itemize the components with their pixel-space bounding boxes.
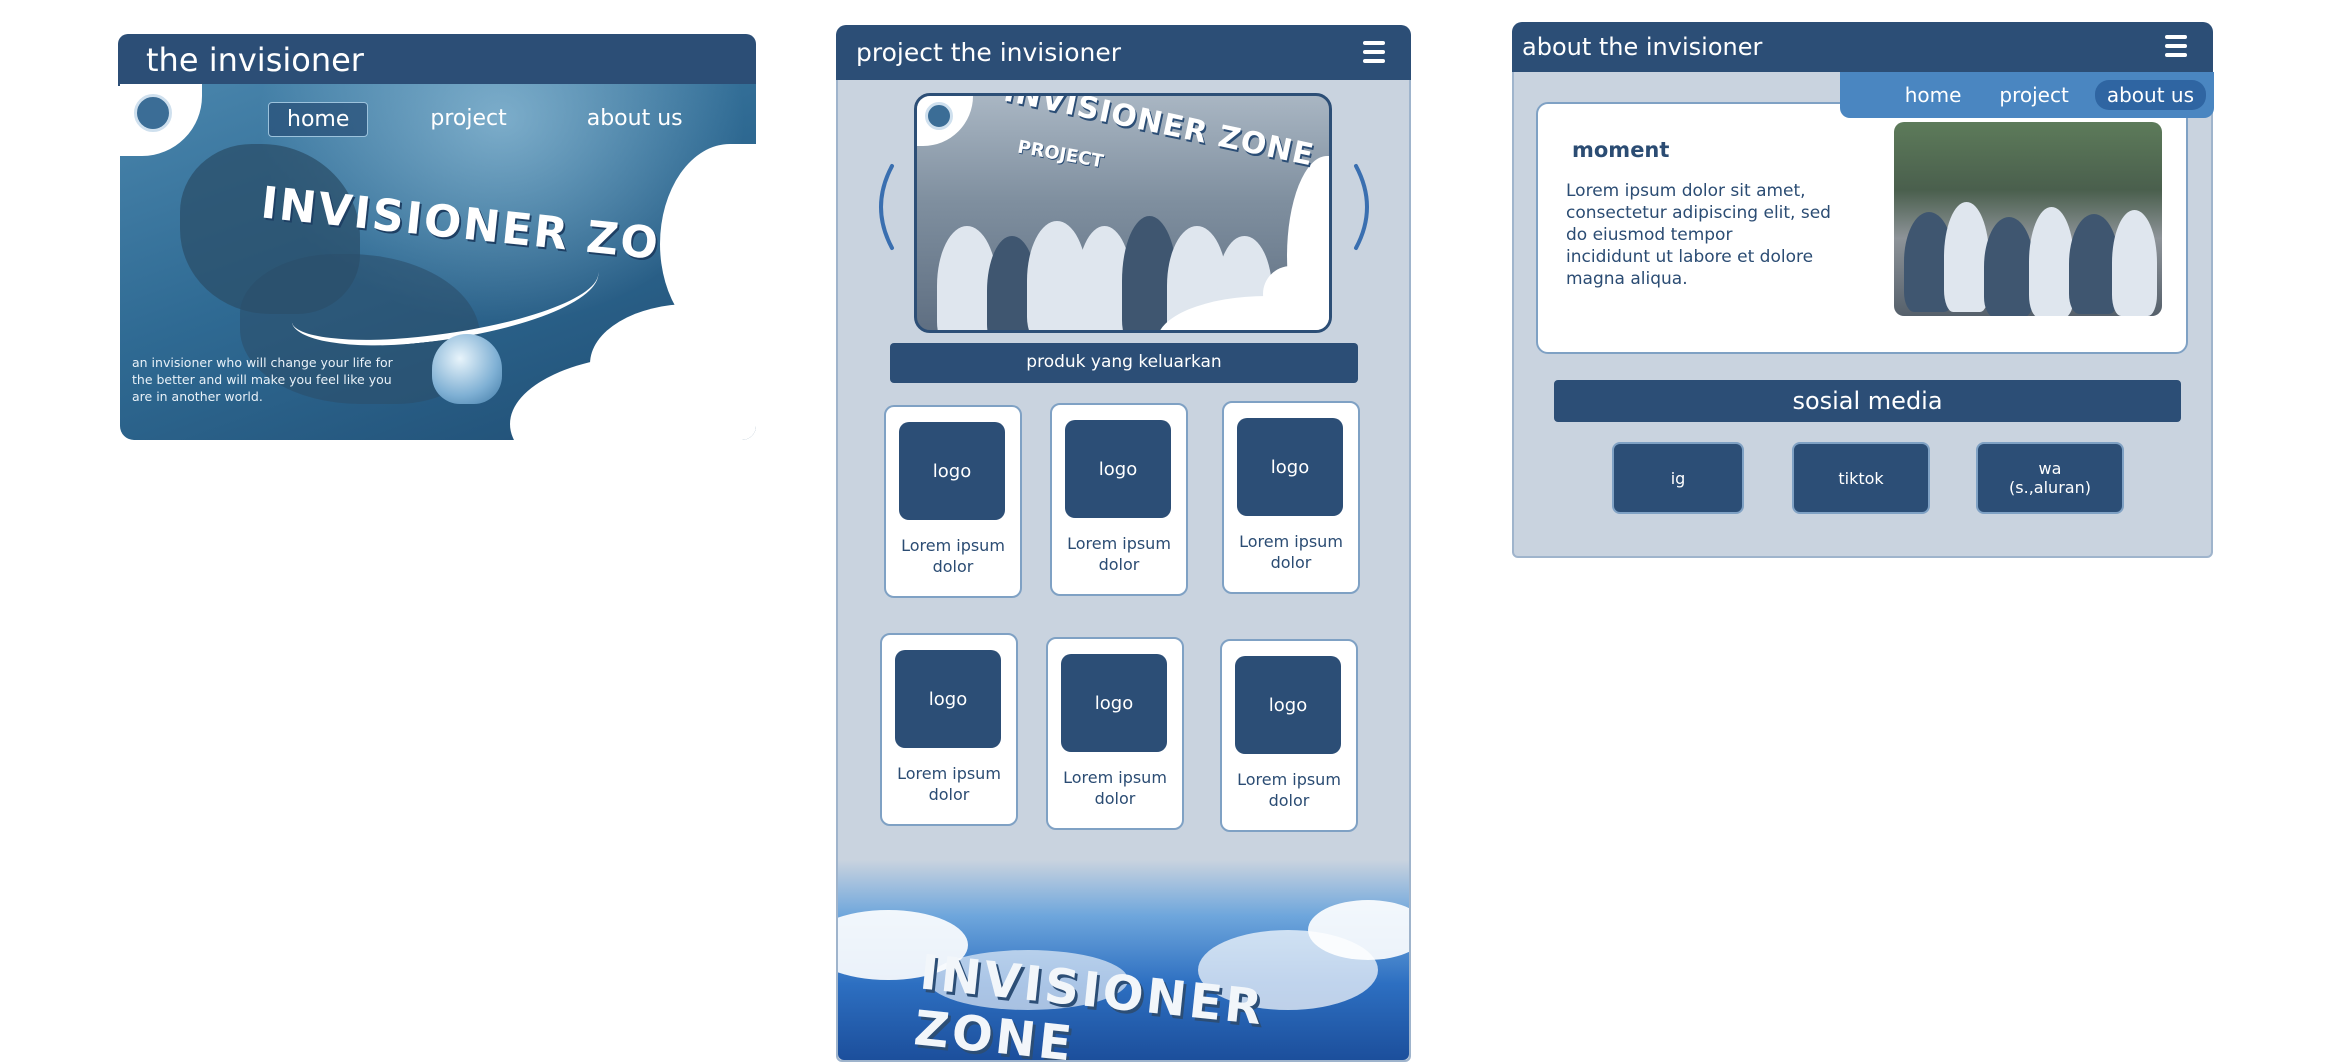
nav-about-us[interactable]: about us: [2094, 80, 2206, 110]
tiktok-button[interactable]: tiktok: [1792, 442, 1930, 514]
photo-figure: [2112, 210, 2157, 316]
carousel-next-icon[interactable]: [1352, 162, 1382, 252]
photo-figure: [1984, 217, 2034, 316]
moment-title: moment: [1572, 138, 1670, 162]
menu-icon[interactable]: [1363, 41, 1385, 65]
instagram-button[interactable]: ig: [1612, 442, 1744, 514]
home-titlebar: the invisioner: [118, 34, 756, 86]
social-section-title: sosial media: [1554, 380, 2181, 422]
logo-badge: [120, 84, 202, 156]
nav-about-us[interactable]: about us: [569, 102, 701, 137]
product-card[interactable]: logo Lorem ipsum dolor: [1050, 403, 1188, 596]
project-window-title: project the invisioner: [856, 38, 1121, 67]
product-caption: Lorem ipsum dolor: [1067, 534, 1171, 574]
carousel-subtitle: PROJECT: [1015, 136, 1106, 173]
jellyfish-icon: [1263, 266, 1319, 322]
product-caption: Lorem ipsum dolor: [1239, 532, 1343, 572]
photo-figure: [1944, 202, 1989, 312]
product-logo: logo: [1235, 656, 1341, 754]
wave-footer: INVISIONER ZONE: [838, 860, 1409, 1060]
hero-banner: home project about us INVISIONER ZONE an…: [120, 84, 756, 440]
menu-icon[interactable]: [2165, 35, 2187, 59]
about-titlebar: about the invisioner: [1512, 22, 2213, 72]
whatsapp-button[interactable]: wa (s.,aluran): [1976, 442, 2124, 514]
product-logo: logo: [1065, 420, 1171, 518]
moment-card: moment Lorem ipsum dolor sit amet, conse…: [1536, 102, 2188, 354]
product-logo: logo: [895, 650, 1001, 748]
product-caption: Lorem ipsum dolor: [901, 536, 1005, 576]
project-titlebar: project the invisioner: [836, 25, 1411, 80]
product-caption: Lorem ipsum dolor: [1237, 770, 1341, 810]
product-logo: logo: [1237, 418, 1343, 516]
logo-badge: [917, 96, 973, 146]
product-logo: logo: [1061, 654, 1167, 752]
nav-home[interactable]: home: [1893, 80, 1974, 110]
product-card[interactable]: logo Lorem ipsum dolor: [884, 405, 1022, 598]
product-logo: logo: [899, 422, 1005, 520]
product-caption: Lorem ipsum dolor: [897, 764, 1001, 804]
about-nav: home project about us: [1840, 72, 2214, 118]
product-card[interactable]: logo Lorem ipsum dolor: [1220, 639, 1358, 832]
product-card[interactable]: logo Lorem ipsum dolor: [1222, 401, 1360, 594]
product-caption: Lorem ipsum dolor: [1063, 768, 1167, 808]
nav-project[interactable]: project: [1987, 80, 2080, 110]
home-window: the invisioner home project about us INV…: [118, 34, 756, 440]
nav-home[interactable]: home: [268, 102, 369, 137]
jellyfish-icon: [432, 334, 502, 404]
project-carousel[interactable]: INVISIONER ZONE PROJECT: [914, 93, 1332, 333]
products-section-title: produk yang keluarkan: [890, 343, 1358, 383]
project-window: project the invisioner INVISIONER ZONE P…: [836, 25, 1411, 1062]
photo-figure: [2029, 207, 2074, 316]
about-window-title: about the invisioner: [1522, 33, 1763, 61]
moment-text: Lorem ipsum dolor sit amet, consectetur …: [1566, 181, 1831, 289]
about-window: about the invisioner moment Lorem ipsum …: [1512, 22, 2214, 558]
product-card[interactable]: logo Lorem ipsum dolor: [880, 633, 1018, 826]
nav-project[interactable]: project: [412, 102, 524, 137]
seal-icon: [925, 102, 953, 130]
carousel-prev-icon[interactable]: [866, 162, 896, 252]
home-nav: home project about us: [268, 102, 701, 137]
seal-icon: [134, 94, 172, 132]
moment-photo: [1894, 122, 2162, 316]
home-window-title: the invisioner: [146, 41, 364, 79]
product-card[interactable]: logo Lorem ipsum dolor: [1046, 637, 1184, 830]
hero-tagline: an invisioner who will change your life …: [132, 355, 393, 404]
